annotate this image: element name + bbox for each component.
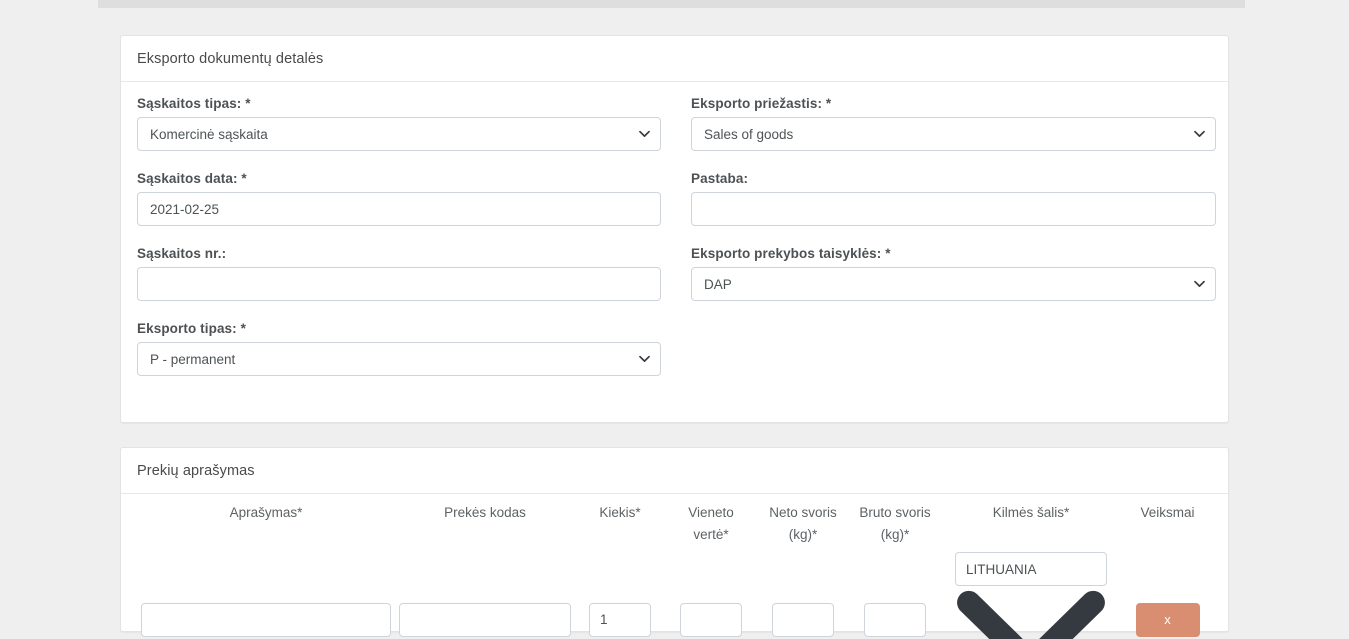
export-terms-select-wrap: DAP: [691, 267, 1216, 301]
cell-country: LITHUANIA: [941, 546, 1121, 639]
field-export-reason: Eksporto priežastis: * Sales of goods: [691, 96, 1216, 151]
export-type-select[interactable]: P - permanent: [137, 342, 661, 376]
column-label: Prekės kodas: [399, 502, 571, 524]
column-header-gross-weight: Bruto svoris (kg)*: [849, 494, 941, 546]
cell-gross-weight: [849, 546, 941, 639]
column-label: Veiksmai: [1125, 502, 1210, 524]
goods-table-body: LITHUANIA x: [137, 546, 1214, 639]
field-export-type: Eksporto tipas: * P - permanent: [137, 321, 661, 376]
export-details-form: Sąskaitos tipas: * Komercinė sąskaita Są…: [137, 96, 1212, 396]
invoice-number-input[interactable]: [137, 267, 661, 301]
export-details-card: Eksporto dokumentų detalės Sąskaitos tip…: [120, 35, 1229, 423]
goods-description-card: Prekių aprašymas Aprašymas* Prekės kodas…: [120, 447, 1229, 632]
column-header-unit-value: Vieneto vertė*: [665, 494, 757, 546]
invoice-number-label: Sąskaitos nr.:: [137, 246, 661, 261]
export-terms-select[interactable]: DAP: [691, 267, 1216, 301]
goods-card-header: Prekių aprašymas: [121, 448, 1228, 494]
column-header-quantity: Kiekis*: [575, 494, 665, 546]
cell-quantity: [575, 546, 665, 639]
field-invoice-number: Sąskaitos nr.:: [137, 246, 661, 301]
row-description-input[interactable]: [141, 603, 391, 637]
field-note: Pastaba:: [691, 171, 1216, 226]
chevron-down-icon: [955, 586, 1107, 639]
invoice-type-select-wrap: Komercinė sąskaita: [137, 117, 661, 151]
field-export-terms: Eksporto prekybos taisyklės: * DAP: [691, 246, 1216, 301]
goods-table-header-row: Aprašymas* Prekės kodas Kiekis* Vieneto …: [137, 494, 1214, 546]
column-header-code: Prekės kodas: [395, 494, 575, 546]
row-quantity-input[interactable]: [589, 603, 651, 637]
row-code-input[interactable]: [399, 603, 571, 637]
form-left-column: Sąskaitos tipas: * Komercinė sąskaita Są…: [137, 96, 661, 396]
invoice-type-select[interactable]: Komercinė sąskaita: [137, 117, 661, 151]
export-reason-select-wrap: Sales of goods: [691, 117, 1216, 151]
column-label: Neto svoris (kg)*: [761, 502, 845, 546]
export-type-label: Eksporto tipas: *: [137, 321, 661, 336]
table-row: LITHUANIA x: [137, 546, 1214, 639]
cell-unit-value: [665, 546, 757, 639]
field-invoice-type: Sąskaitos tipas: * Komercinė sąskaita: [137, 96, 661, 151]
export-reason-select[interactable]: Sales of goods: [691, 117, 1216, 151]
export-terms-label: Eksporto prekybos taisyklės: *: [691, 246, 1216, 261]
column-header-description: Aprašymas*: [137, 494, 395, 546]
page-root: Eksporto dokumentų detalės Sąskaitos tip…: [0, 0, 1349, 639]
field-invoice-date: Sąskaitos data: *: [137, 171, 661, 226]
row-country-select-wrap: LITHUANIA: [955, 552, 1107, 639]
row-unit-value-input[interactable]: [680, 603, 742, 637]
export-details-title: Eksporto dokumentų detalės: [137, 51, 323, 67]
delete-row-button[interactable]: x: [1136, 603, 1200, 637]
goods-card-title: Prekių aprašymas: [137, 463, 255, 479]
column-header-actions: Veiksmai: [1121, 494, 1214, 546]
cell-actions: x: [1121, 546, 1214, 639]
export-type-select-wrap: P - permanent: [137, 342, 661, 376]
export-details-card-body: Sąskaitos tipas: * Komercinė sąskaita Są…: [121, 82, 1228, 396]
cell-description: [137, 546, 395, 639]
column-label: Bruto svoris (kg)*: [853, 502, 937, 546]
cell-code: [395, 546, 575, 639]
export-details-card-header: Eksporto dokumentų detalės: [121, 36, 1228, 82]
note-input[interactable]: [691, 192, 1216, 226]
column-header-net-weight: Neto svoris (kg)*: [757, 494, 849, 546]
row-net-weight-input[interactable]: [772, 603, 834, 637]
invoice-date-label: Sąskaitos data: *: [137, 171, 661, 186]
form-right-column: Eksporto priežastis: * Sales of goods Pa…: [691, 96, 1216, 396]
column-label: Kiekis*: [579, 502, 661, 524]
row-country-select[interactable]: LITHUANIA: [955, 552, 1107, 586]
column-label: Kilmės šalis*: [945, 502, 1117, 524]
cell-net-weight: [757, 546, 849, 639]
goods-card-body: Aprašymas* Prekės kodas Kiekis* Vieneto …: [121, 494, 1228, 639]
export-reason-label: Eksporto priežastis: *: [691, 96, 1216, 111]
top-container-strip: [98, 0, 1245, 8]
goods-table-head: Aprašymas* Prekės kodas Kiekis* Vieneto …: [137, 494, 1214, 546]
column-label: Aprašymas*: [141, 502, 391, 524]
row-gross-weight-input[interactable]: [864, 603, 926, 637]
column-header-country: Kilmės šalis*: [941, 494, 1121, 546]
goods-table: Aprašymas* Prekės kodas Kiekis* Vieneto …: [137, 494, 1214, 639]
note-label: Pastaba:: [691, 171, 1216, 186]
invoice-date-input[interactable]: [137, 192, 661, 226]
column-label: Vieneto vertė*: [669, 502, 753, 546]
invoice-type-label: Sąskaitos tipas: *: [137, 96, 661, 111]
